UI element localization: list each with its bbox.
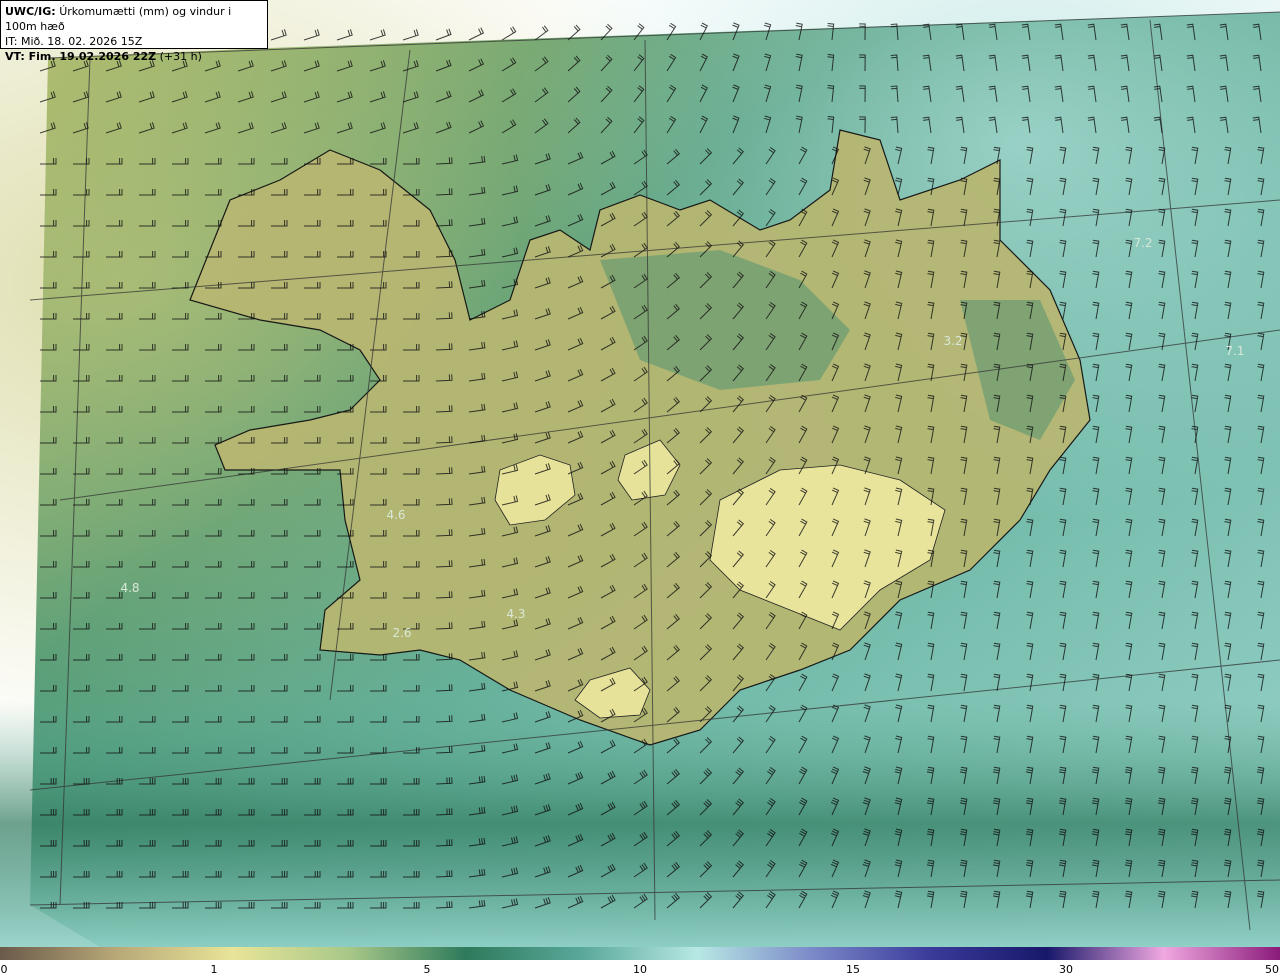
colorbar-tick: 0 [0,963,8,976]
valid-offset: (+31 h) [159,50,202,63]
model-label: UWC/IG: [5,5,56,18]
value-label: 4.8 [120,581,140,595]
colorbar-tick: 15 [846,963,860,976]
issue-time: IT: Mið. 18. 02. 2026 15Z [5,35,143,48]
value-label: 7.2 [1133,236,1153,250]
value-label: 4.3 [506,607,526,621]
colorbar: 0 1 5 10 15 30 50 [0,947,1280,978]
value-label: 7.1 [1225,344,1245,358]
colorbar-tick: 1 [210,963,218,976]
colorbar-tick: 30 [1059,963,1073,976]
colorbar-tick: 5 [423,963,431,976]
colorbar-tick: 10 [633,963,647,976]
value-label: 4.6 [386,508,406,522]
map-info-box: UWC/IG: Úrkomumætti (mm) og vindur i 100… [0,0,268,63]
value-label: 3.2 [943,334,963,348]
precipitation-wind-map [0,0,1280,947]
colorbar-tick: 50 [1265,963,1279,976]
valid-time: VT: Fim. 19.02.2026 22Z [5,50,157,63]
value-label: 2.6 [392,626,412,640]
colorbar-strip [0,947,1280,960]
